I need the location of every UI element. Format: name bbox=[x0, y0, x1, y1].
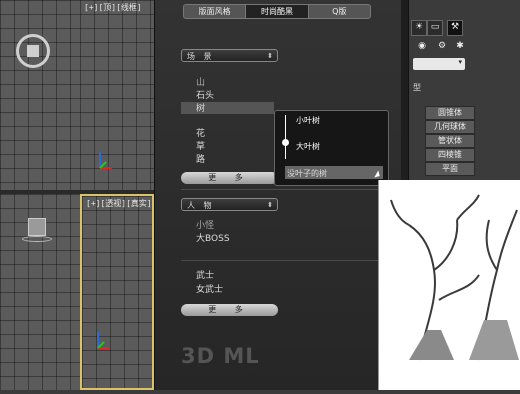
leafless-tree-render bbox=[390, 194, 519, 361]
list-item-road[interactable]: 路 bbox=[196, 154, 205, 166]
list-item-female-warrior[interactable]: 女武士 bbox=[196, 284, 223, 296]
viewcube-icon[interactable] bbox=[28, 218, 46, 236]
category-select[interactable]: ▾ bbox=[413, 58, 465, 70]
character-dropdown[interactable]: 人 物 ⬍ bbox=[181, 198, 278, 211]
tab-fashion-black[interactable]: 时尚酷黑 bbox=[246, 5, 309, 18]
viewport-top-main[interactable]: [+][顶][线框] bbox=[80, 0, 154, 190]
tree-flyout-menu: 小叶树 大叶树 没叶子的树 bbox=[274, 110, 389, 186]
scene-dropdown[interactable]: 场 景 ⬍ bbox=[181, 49, 278, 62]
more-button[interactable]: 更 多 bbox=[181, 172, 278, 184]
scene-dropdown-label: 场 景 bbox=[187, 52, 215, 61]
helpers-icon[interactable]: ⚙ bbox=[435, 40, 449, 54]
style-tabs: 版面风格 时尚酷黑 Q版 bbox=[183, 4, 371, 19]
display-icon[interactable]: ▭ bbox=[427, 20, 443, 36]
tube-button[interactable]: 管状体 bbox=[425, 134, 475, 148]
tab-layout-style[interactable]: 版面风格 bbox=[184, 5, 247, 18]
utilities-icon[interactable]: ⚒ bbox=[447, 20, 463, 36]
list-item-mountain[interactable]: 山 bbox=[196, 77, 205, 89]
list-item-minion[interactable]: 小怪 bbox=[196, 220, 214, 232]
navigation-ring-icon[interactable] bbox=[16, 34, 50, 68]
create-icon[interactable]: ☀ bbox=[411, 20, 427, 36]
rollout-header[interactable]: 型 bbox=[413, 82, 421, 93]
geosphere-button[interactable]: 几何球体 bbox=[425, 120, 475, 134]
flyout-item-big-leaf-tree[interactable]: 大叶树 bbox=[296, 141, 320, 152]
slider-knob-icon[interactable] bbox=[282, 139, 289, 146]
selected-item-highlight bbox=[181, 102, 274, 114]
camera-icon[interactable]: ◉ bbox=[415, 40, 429, 54]
axis-gizmo-icon bbox=[97, 332, 110, 349]
divider bbox=[181, 189, 381, 190]
flyout-item-leafless-tree[interactable]: 没叶子的树 bbox=[287, 168, 327, 179]
viewport-left-bottom[interactable] bbox=[0, 194, 80, 390]
viewport-perspective[interactable]: [+][透视][真实] bbox=[80, 194, 154, 390]
spacewarps-icon[interactable]: ✱ bbox=[453, 40, 467, 54]
axis-gizmo-icon bbox=[99, 152, 112, 169]
tree-preview-image bbox=[378, 180, 520, 390]
plane-button[interactable]: 平面 bbox=[425, 162, 475, 176]
command-panel: ☀ ▭ ⚒ ◉ ⚙ ✱ ▾ 型 圆锥体 几何球体 管状体 四棱锥 平面 bbox=[409, 0, 520, 180]
asset-library-panel: 版面风格 时尚酷黑 Q版 场 景 ⬍ 山 石头 树 花 草 路 更 多 人 物 … bbox=[154, 0, 409, 390]
list-item-grass[interactable]: 草 bbox=[196, 141, 205, 153]
list-item-warrior[interactable]: 武士 bbox=[196, 270, 214, 282]
character-dropdown-label: 人 物 bbox=[187, 201, 215, 210]
list-item-boss[interactable]: 大BOSS bbox=[196, 233, 230, 245]
divider bbox=[181, 260, 381, 261]
viewport-label[interactable]: [+][透视][真实] bbox=[86, 198, 152, 209]
cone-button[interactable]: 圆锥体 bbox=[425, 106, 475, 120]
dropdown-arrow-icon: ⬍ bbox=[267, 201, 273, 209]
viewport-label[interactable]: [+][顶][线框] bbox=[84, 2, 142, 13]
viewport-top[interactable] bbox=[0, 0, 80, 190]
list-item-tree[interactable]: 树 bbox=[196, 103, 205, 115]
more-button[interactable]: 更 多 bbox=[181, 304, 278, 316]
list-item-flower[interactable]: 花 bbox=[196, 128, 205, 140]
pyramid-button[interactable]: 四棱锥 bbox=[425, 148, 475, 162]
app-logo: 3D ML bbox=[181, 344, 260, 368]
list-item-stone[interactable]: 石头 bbox=[196, 90, 214, 102]
tab-q-version[interactable]: Q版 bbox=[309, 5, 370, 18]
dropdown-arrow-icon: ⬍ bbox=[267, 52, 273, 60]
flyout-item-small-leaf-tree[interactable]: 小叶树 bbox=[296, 115, 320, 126]
